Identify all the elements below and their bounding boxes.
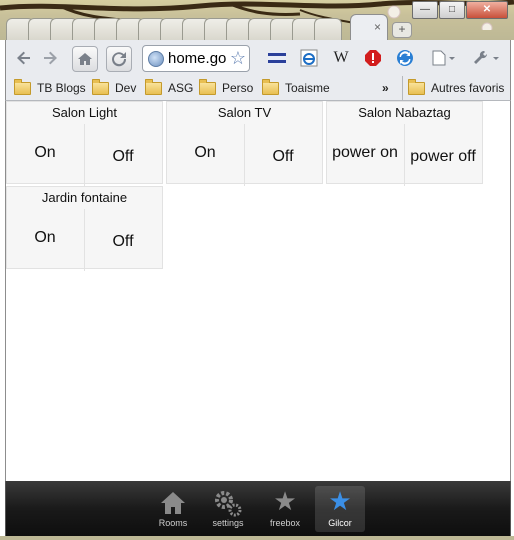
folder-icon — [92, 78, 109, 95]
bookmark-label: Perso — [222, 81, 254, 95]
bookmark-label: Toaisme — [285, 81, 330, 95]
bookmark-label: TB Blogs — [37, 81, 86, 95]
on-button[interactable]: On — [7, 124, 83, 190]
active-browser-tab[interactable]: × — [350, 14, 388, 41]
tab-label: Rooms — [158, 518, 188, 528]
page-content: Salon Light On Off Salon TV On Off Salon… — [5, 101, 511, 481]
device-name: Salon TV — [217, 105, 272, 120]
page-menu-icon[interactable] — [430, 49, 458, 67]
bookmark-folder-tb-blogs[interactable]: TB Blogs — [14, 78, 86, 96]
bookmark-folder-dev[interactable]: Dev — [92, 78, 137, 96]
close-window-button[interactable]: ✕ — [466, 1, 508, 19]
folder-icon — [199, 78, 216, 95]
star-icon: ★ — [328, 486, 352, 516]
tab-label: freebox — [269, 518, 301, 528]
tab-close-icon[interactable]: × — [374, 20, 381, 34]
new-tab-button[interactable]: + — [392, 22, 412, 38]
home-button[interactable] — [72, 46, 98, 72]
on-button[interactable]: On — [7, 209, 83, 275]
maximize-button[interactable]: □ — [439, 1, 465, 19]
tab-label: settings — [212, 518, 244, 528]
star-icon: ★ — [273, 486, 297, 516]
stop-icon[interactable] — [364, 49, 382, 67]
star-icon[interactable]: ☆ — [229, 48, 246, 69]
device-name: Salon Light — [51, 105, 118, 120]
bookmarks-overflow-chevron[interactable]: » — [382, 80, 389, 96]
back-arrow-icon — [17, 51, 30, 65]
on-button[interactable]: On — [167, 124, 243, 190]
browser-tab[interactable] — [314, 18, 342, 41]
reload-button[interactable] — [106, 46, 132, 72]
window-frame-bottom — [0, 536, 514, 540]
url-text[interactable]: home.go — [168, 50, 226, 67]
globe-icon — [148, 51, 164, 67]
bookmark-label: Dev — [115, 81, 137, 95]
bottom-tab-bar: Rooms settings ★ freebox ★ Gilcor — [5, 481, 511, 536]
address-bar[interactable]: home.go ☆ — [142, 45, 250, 72]
device-card: Salon TV On Off — [166, 101, 323, 186]
flag-icon[interactable] — [268, 49, 286, 67]
tab-rooms[interactable]: Rooms — [148, 486, 198, 532]
device-card: Salon Light On Off — [6, 101, 163, 186]
forward-arrow-icon — [44, 51, 57, 65]
bookmark-folder-toaisme[interactable]: Toaisme — [262, 78, 330, 96]
tab-label: Gilcor — [328, 518, 352, 528]
bookmark-folder-perso[interactable]: Perso — [199, 78, 254, 96]
device-card: Salon Nabaztag power on power off — [326, 101, 483, 186]
off-button[interactable]: Off — [84, 209, 161, 271]
bookmarks-divider — [402, 76, 403, 100]
power-off-button[interactable]: power off — [404, 124, 481, 186]
window-titlebar: × + — □ ✕ — [0, 0, 514, 41]
wrench-icon[interactable] — [472, 49, 502, 67]
tab-settings[interactable]: settings — [203, 486, 253, 532]
device-name: Salon Nabaztag — [358, 105, 451, 120]
tab-freebox[interactable]: ★ freebox — [260, 486, 310, 532]
ie-tab-icon[interactable] — [300, 49, 318, 67]
sync-icon[interactable] — [396, 49, 414, 67]
folder-icon — [408, 78, 425, 95]
back-button[interactable] — [12, 46, 36, 70]
tab-gilcor[interactable]: ★ Gilcor — [315, 486, 365, 532]
off-button[interactable]: Off — [84, 124, 161, 186]
bookmarks-bar: TB Blogs Dev ASG Perso Toaisme » Autres … — [5, 76, 511, 101]
device-card: Jardin fontaine On Off — [6, 186, 163, 271]
power-on-button[interactable]: power on — [327, 124, 403, 190]
off-button[interactable]: Off — [244, 124, 321, 186]
bookmark-label: Autres favoris — [431, 81, 505, 95]
gears-icon — [203, 486, 253, 517]
device-name: Jardin fontaine — [41, 190, 128, 205]
wikipedia-icon[interactable]: W — [332, 49, 350, 67]
home-icon — [78, 53, 92, 65]
reload-icon — [112, 52, 127, 67]
window-controls: — □ ✕ — [412, 1, 508, 19]
folder-icon — [14, 78, 31, 95]
browser-toolbar: home.go ☆ W — [5, 40, 511, 76]
folder-icon — [145, 78, 162, 95]
minimize-button[interactable]: — — [412, 1, 438, 19]
bookmark-folder-asg[interactable]: ASG — [145, 78, 194, 96]
forward-button[interactable] — [38, 46, 62, 70]
house-icon — [148, 486, 198, 516]
bookmark-folder-autres-favoris[interactable]: Autres favoris — [408, 78, 505, 96]
folder-icon — [262, 78, 279, 95]
bookmark-label: ASG — [168, 81, 194, 95]
